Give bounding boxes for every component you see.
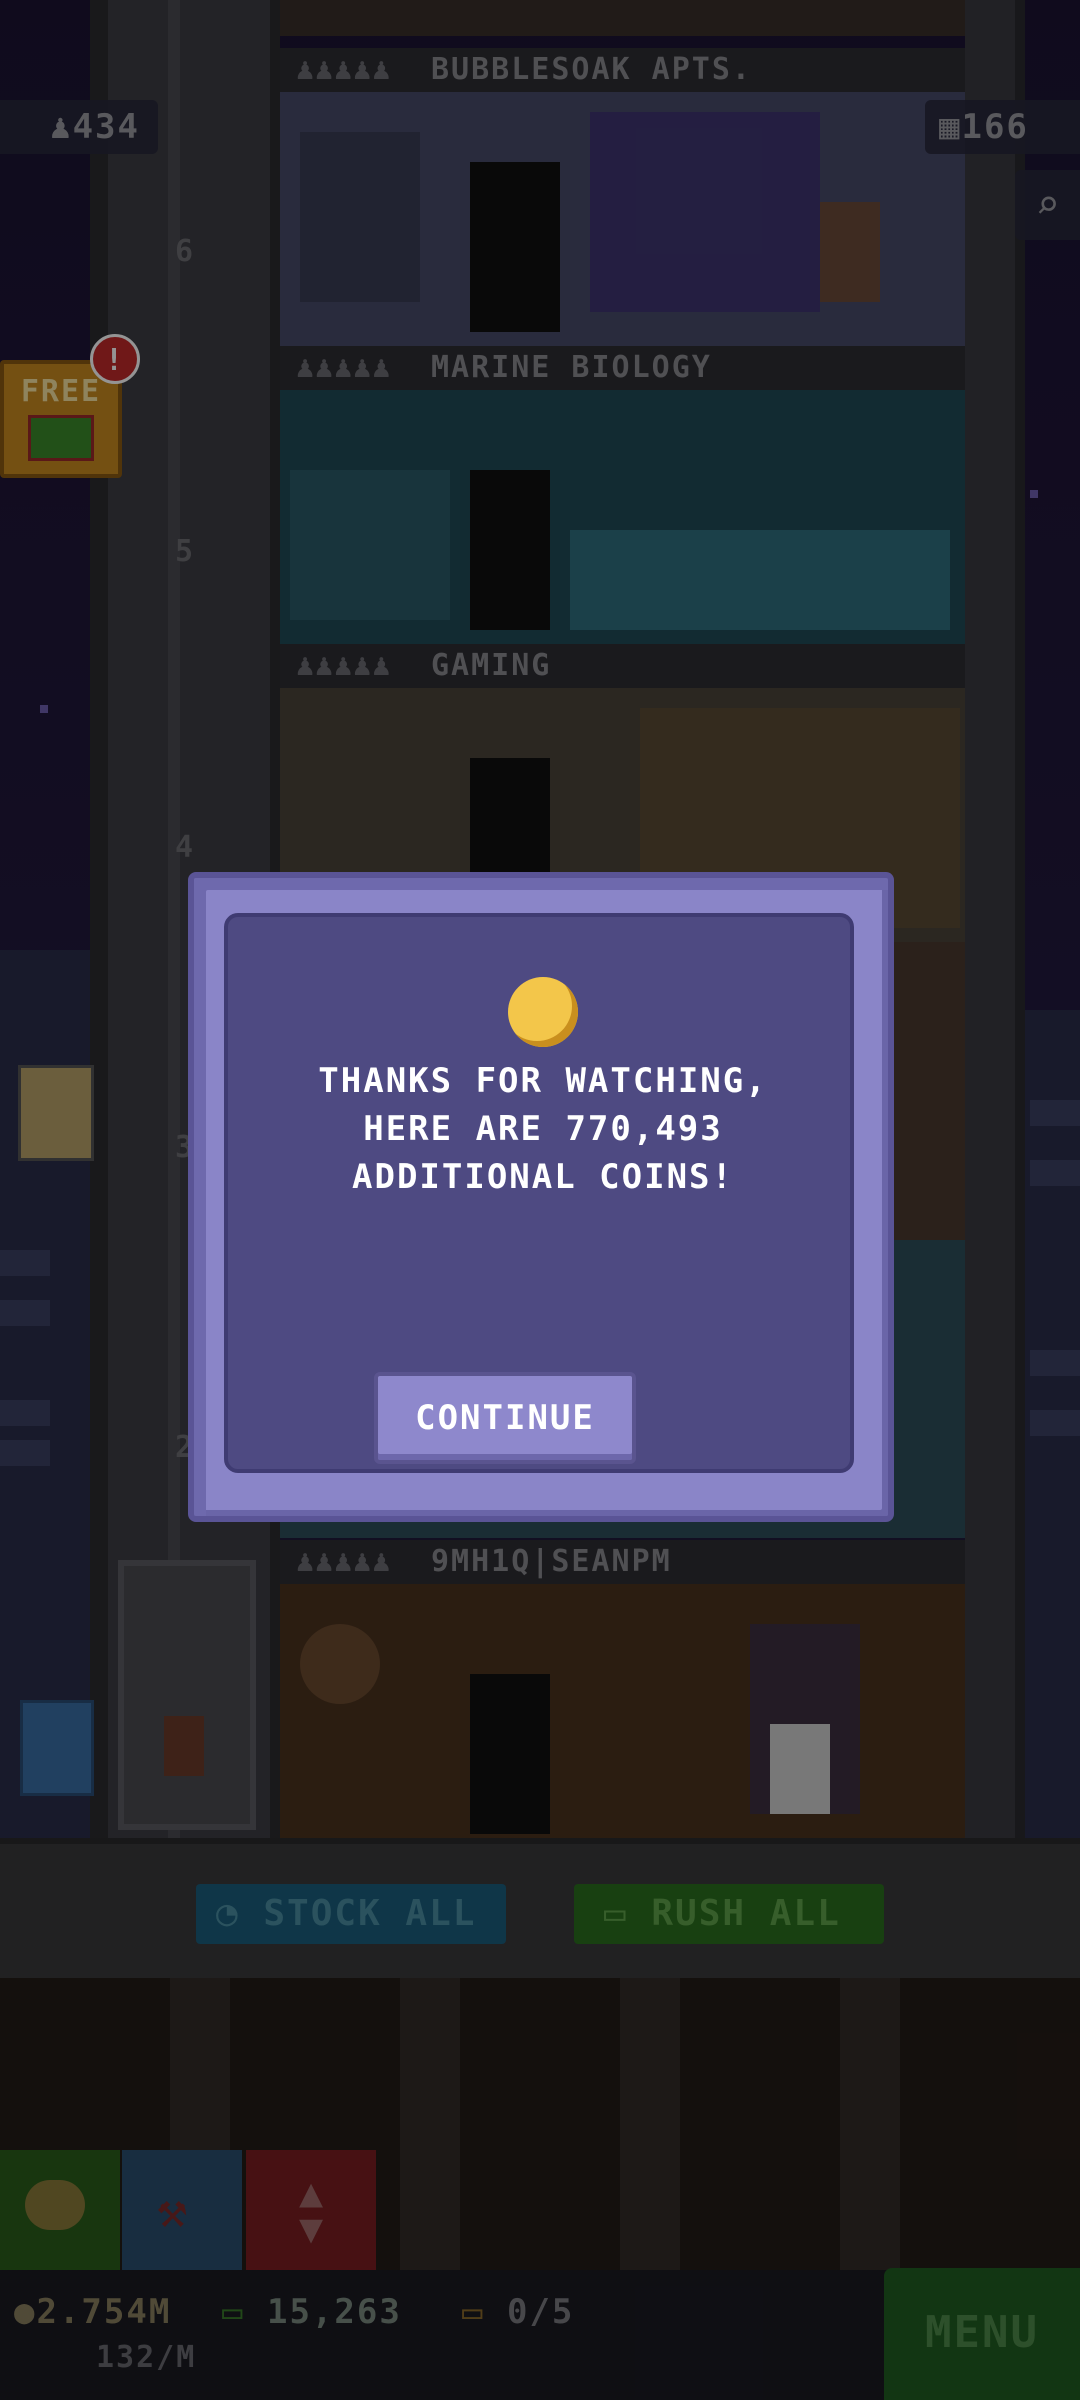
coin-icon bbox=[508, 977, 578, 1047]
reward-message: THANKS FOR WATCHING, HERE ARE 770,493 AD… bbox=[318, 1061, 768, 1197]
continue-button[interactable]: CONTINUE bbox=[374, 1372, 636, 1464]
